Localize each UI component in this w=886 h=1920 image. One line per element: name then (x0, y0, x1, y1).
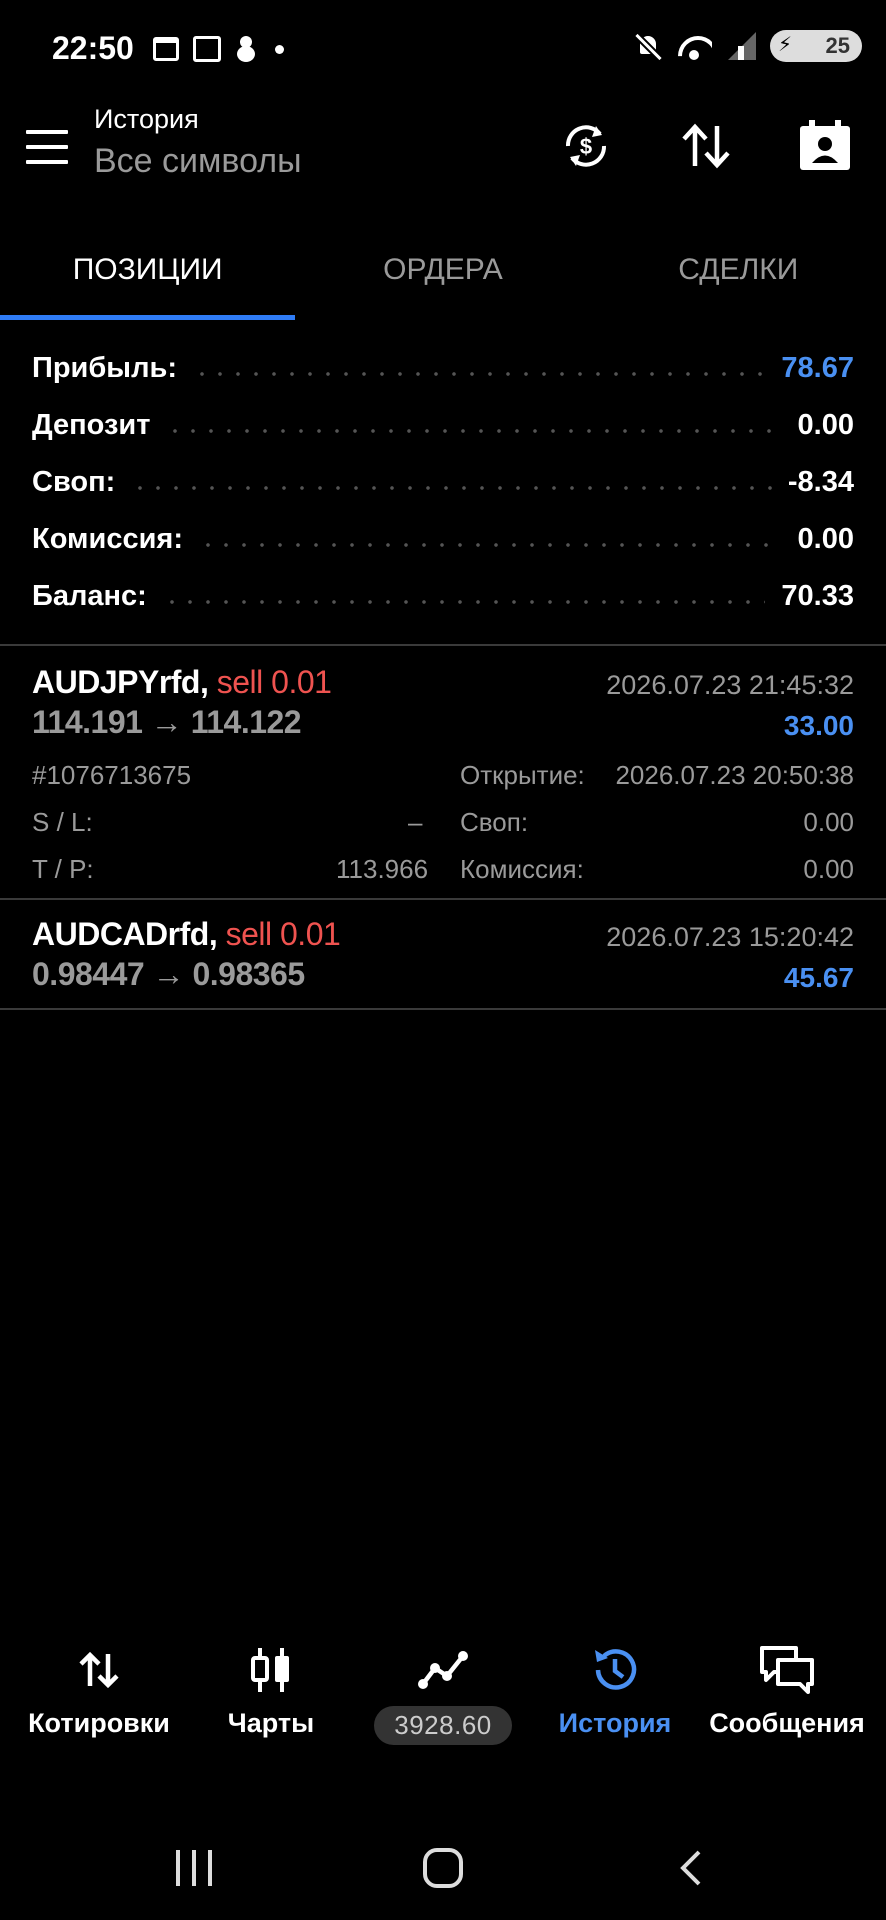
summary-label: Баланс: (32, 580, 147, 612)
tp-label: T / P: (32, 854, 94, 884)
nav-messages[interactable]: Сообщения (702, 1640, 872, 1739)
nav-label: Котировки (28, 1708, 170, 1738)
summary-value: 70.33 (781, 580, 854, 612)
summary-row-swap: Своп: -8.34 (32, 454, 854, 511)
nav-history[interactable]: История (530, 1640, 700, 1739)
currency-sync-icon: $ (565, 125, 607, 167)
quotes-icon (79, 1651, 119, 1689)
notification-dot-icon (275, 44, 284, 54)
summary-value: 78.67 (781, 352, 854, 384)
summary-panel: Прибыль: 78.67 Депозит 0.00 Своп: -8.34 … (32, 340, 854, 625)
open-label: Открытие: (460, 760, 585, 790)
position-side: sell 0.01 (225, 916, 341, 952)
position-profit: 45.67 (783, 962, 854, 993)
sort-icon (682, 123, 730, 169)
messages-icon (760, 1646, 814, 1694)
menu-icon[interactable] (26, 130, 68, 164)
back-icon (680, 1850, 701, 1886)
nav-quotes[interactable]: Котировки (14, 1640, 184, 1739)
system-navigation (0, 1830, 886, 1910)
summary-row-profit: Прибыль: 78.67 (32, 340, 854, 397)
swap-value: 0.00 (803, 807, 854, 837)
sl-label: S / L: (32, 807, 93, 837)
nav-label: История (558, 1708, 672, 1738)
swap-label: Своп: (460, 807, 529, 837)
position-side: sell 0.01 (216, 664, 332, 700)
contact-button[interactable] (795, 116, 855, 176)
position-prices: 114.191 → 114.122 (32, 704, 302, 740)
position-item[interactable]: AUDJPYrfd, sell 0.01 114.191 → 114.122 2… (0, 664, 886, 898)
commission-label: Комиссия: (460, 854, 584, 884)
tp-value: 113.966 (336, 854, 429, 884)
symbol-filter[interactable]: Все символы (94, 142, 302, 181)
tab-bar: ПОЗИЦИИ ОРДЕРА СДЕЛКИ (0, 230, 886, 320)
nav-trade[interactable]: 3928.60 (358, 1640, 528, 1745)
nav-label: Сообщения (709, 1708, 865, 1738)
currency-sync-button[interactable]: $ (556, 116, 616, 176)
summary-label: Депозит (32, 409, 151, 441)
summary-label: Своп: (32, 466, 116, 498)
commission-value: 0.00 (803, 854, 854, 884)
position-ticket: #1076713675 (32, 760, 192, 790)
back-button[interactable] (680, 1850, 702, 1886)
history-icon (595, 1649, 637, 1690)
svg-text:$: $ (580, 134, 592, 159)
trade-balance-pill: 3928.60 (374, 1706, 512, 1745)
nav-label: Чарты (227, 1708, 315, 1738)
position-item[interactable]: AUDCADrfd, sell 0.01 0.98447 → 0.98365 2… (0, 916, 886, 1008)
calendar-icon (153, 37, 179, 61)
divider (0, 1008, 886, 1010)
app-header: История Все символы $ (0, 100, 886, 230)
summary-label: Прибыль: (32, 352, 177, 384)
position-close-time: 2026.07.23 15:20:42 (606, 922, 854, 952)
summary-value: 0.00 (797, 409, 854, 441)
summary-value: -8.34 (787, 466, 854, 498)
signal-icon (726, 32, 756, 60)
home-button[interactable] (423, 1848, 463, 1888)
sort-button[interactable] (676, 116, 736, 176)
sl-value: – (408, 807, 423, 837)
tab-positions[interactable]: ПОЗИЦИИ (0, 230, 296, 320)
contact-icon (800, 120, 850, 170)
phone-icon (193, 36, 221, 62)
battery-icon: 25 (770, 30, 862, 62)
summary-label: Комиссия: (32, 523, 183, 555)
divider (0, 644, 886, 646)
tab-orders[interactable]: ОРДЕРА (295, 230, 590, 320)
status-bar: 22:50 25 (0, 0, 886, 100)
divider (0, 898, 886, 900)
position-symbol: AUDJPYrfd, (32, 664, 209, 700)
charts-icon (251, 1648, 289, 1692)
summary-row-deposit: Депозит 0.00 (32, 397, 854, 454)
trade-icon (418, 1651, 468, 1689)
summary-row-commission: Комиссия: 0.00 (32, 511, 854, 568)
tab-deals[interactable]: СДЕЛКИ (591, 230, 886, 320)
recent-apps-button[interactable] (176, 1850, 212, 1886)
summary-value: 0.00 (797, 523, 854, 555)
position-profit: 33.00 (783, 710, 854, 741)
wifi-icon (676, 32, 712, 60)
position-symbol: AUDCADrfd, (32, 916, 218, 952)
nav-charts[interactable]: Чарты (186, 1640, 356, 1739)
position-prices: 0.98447 → 0.98365 (32, 956, 305, 992)
summary-row-balance: Баланс: 70.33 (32, 568, 854, 625)
bottom-navigation: Котировки Чарты 3928.60 История Сообщени… (0, 1640, 886, 1760)
snowman-icon (235, 36, 257, 62)
page-title: История (94, 104, 199, 134)
position-close-time: 2026.07.23 21:45:32 (606, 670, 854, 700)
mute-icon (634, 32, 662, 60)
open-time: 2026.07.23 20:50:38 (615, 760, 854, 790)
status-time: 22:50 (52, 30, 134, 66)
